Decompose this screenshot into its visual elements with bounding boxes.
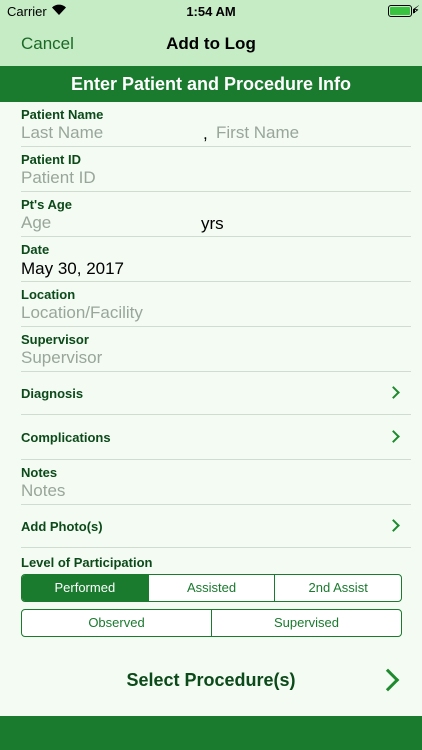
- status-bar: Carrier 1:54 AM ⚡: [0, 0, 422, 22]
- add-photos-row[interactable]: Add Photo(s): [0, 505, 422, 548]
- segment-observed[interactable]: Observed: [22, 610, 211, 636]
- segment-assisted[interactable]: Assisted: [147, 575, 275, 601]
- row-divider: [21, 547, 411, 548]
- chevron-right-icon: [387, 430, 400, 443]
- patient-name-label: Patient Name: [21, 107, 104, 122]
- notes-row: Notes: [0, 460, 422, 505]
- add-photos-label: Add Photo(s): [21, 519, 103, 534]
- location-input[interactable]: [21, 303, 401, 323]
- participation-segment-row1: Performed Assisted 2nd Assist: [21, 574, 402, 602]
- participation-segment-row2: Observed Supervised: [21, 609, 402, 637]
- diagnosis-row[interactable]: Diagnosis: [0, 372, 422, 415]
- notes-input[interactable]: [21, 481, 401, 501]
- chevron-right-icon: [387, 519, 400, 532]
- supervisor-row: Supervisor: [0, 327, 422, 372]
- complications-label: Complications: [21, 430, 111, 445]
- diagnosis-label: Diagnosis: [21, 386, 84, 401]
- last-name-input[interactable]: [21, 123, 201, 143]
- age-row: Pt's Age yrs: [0, 192, 422, 237]
- first-name-input[interactable]: [216, 123, 406, 143]
- location-label: Location: [21, 287, 76, 302]
- charging-icon: ⚡: [411, 3, 420, 17]
- status-time: 1:54 AM: [186, 4, 236, 19]
- segment-performed[interactable]: Performed: [22, 575, 148, 601]
- select-procedures-label: Select Procedure(s): [126, 670, 296, 690]
- date-label: Date: [21, 242, 50, 257]
- battery-icon: [388, 5, 412, 17]
- navigation-bar: Cancel Add to Log: [0, 22, 422, 66]
- location-row: Location: [0, 282, 422, 327]
- cancel-button[interactable]: Cancel: [21, 34, 74, 54]
- participation-label: Level of Participation: [21, 555, 153, 570]
- name-separator: ,: [203, 124, 208, 143]
- patient-id-label: Patient ID: [21, 152, 81, 167]
- supervisor-input[interactable]: [21, 348, 401, 368]
- chevron-right-icon: [387, 386, 400, 399]
- age-label: Pt's Age: [21, 197, 73, 212]
- complications-row[interactable]: Complications: [0, 415, 422, 460]
- notes-label: Notes: [21, 465, 58, 480]
- patient-id-row: Patient ID: [0, 147, 422, 192]
- date-value[interactable]: May 30, 2017: [21, 259, 124, 279]
- age-input[interactable]: [21, 213, 191, 233]
- age-unit: yrs: [201, 214, 224, 233]
- footer-bar: [0, 716, 422, 750]
- section-header: Enter Patient and Procedure Info: [0, 66, 422, 102]
- patient-name-row: Patient Name ,: [0, 102, 422, 147]
- select-procedures-button[interactable]: Select Procedure(s): [0, 660, 422, 704]
- segment-2nd-assist[interactable]: 2nd Assist: [274, 575, 401, 601]
- supervisor-label: Supervisor: [21, 332, 89, 347]
- patient-id-input[interactable]: [21, 168, 401, 188]
- segment-supervised[interactable]: Supervised: [211, 610, 401, 636]
- date-row[interactable]: Date May 30, 2017: [0, 237, 422, 282]
